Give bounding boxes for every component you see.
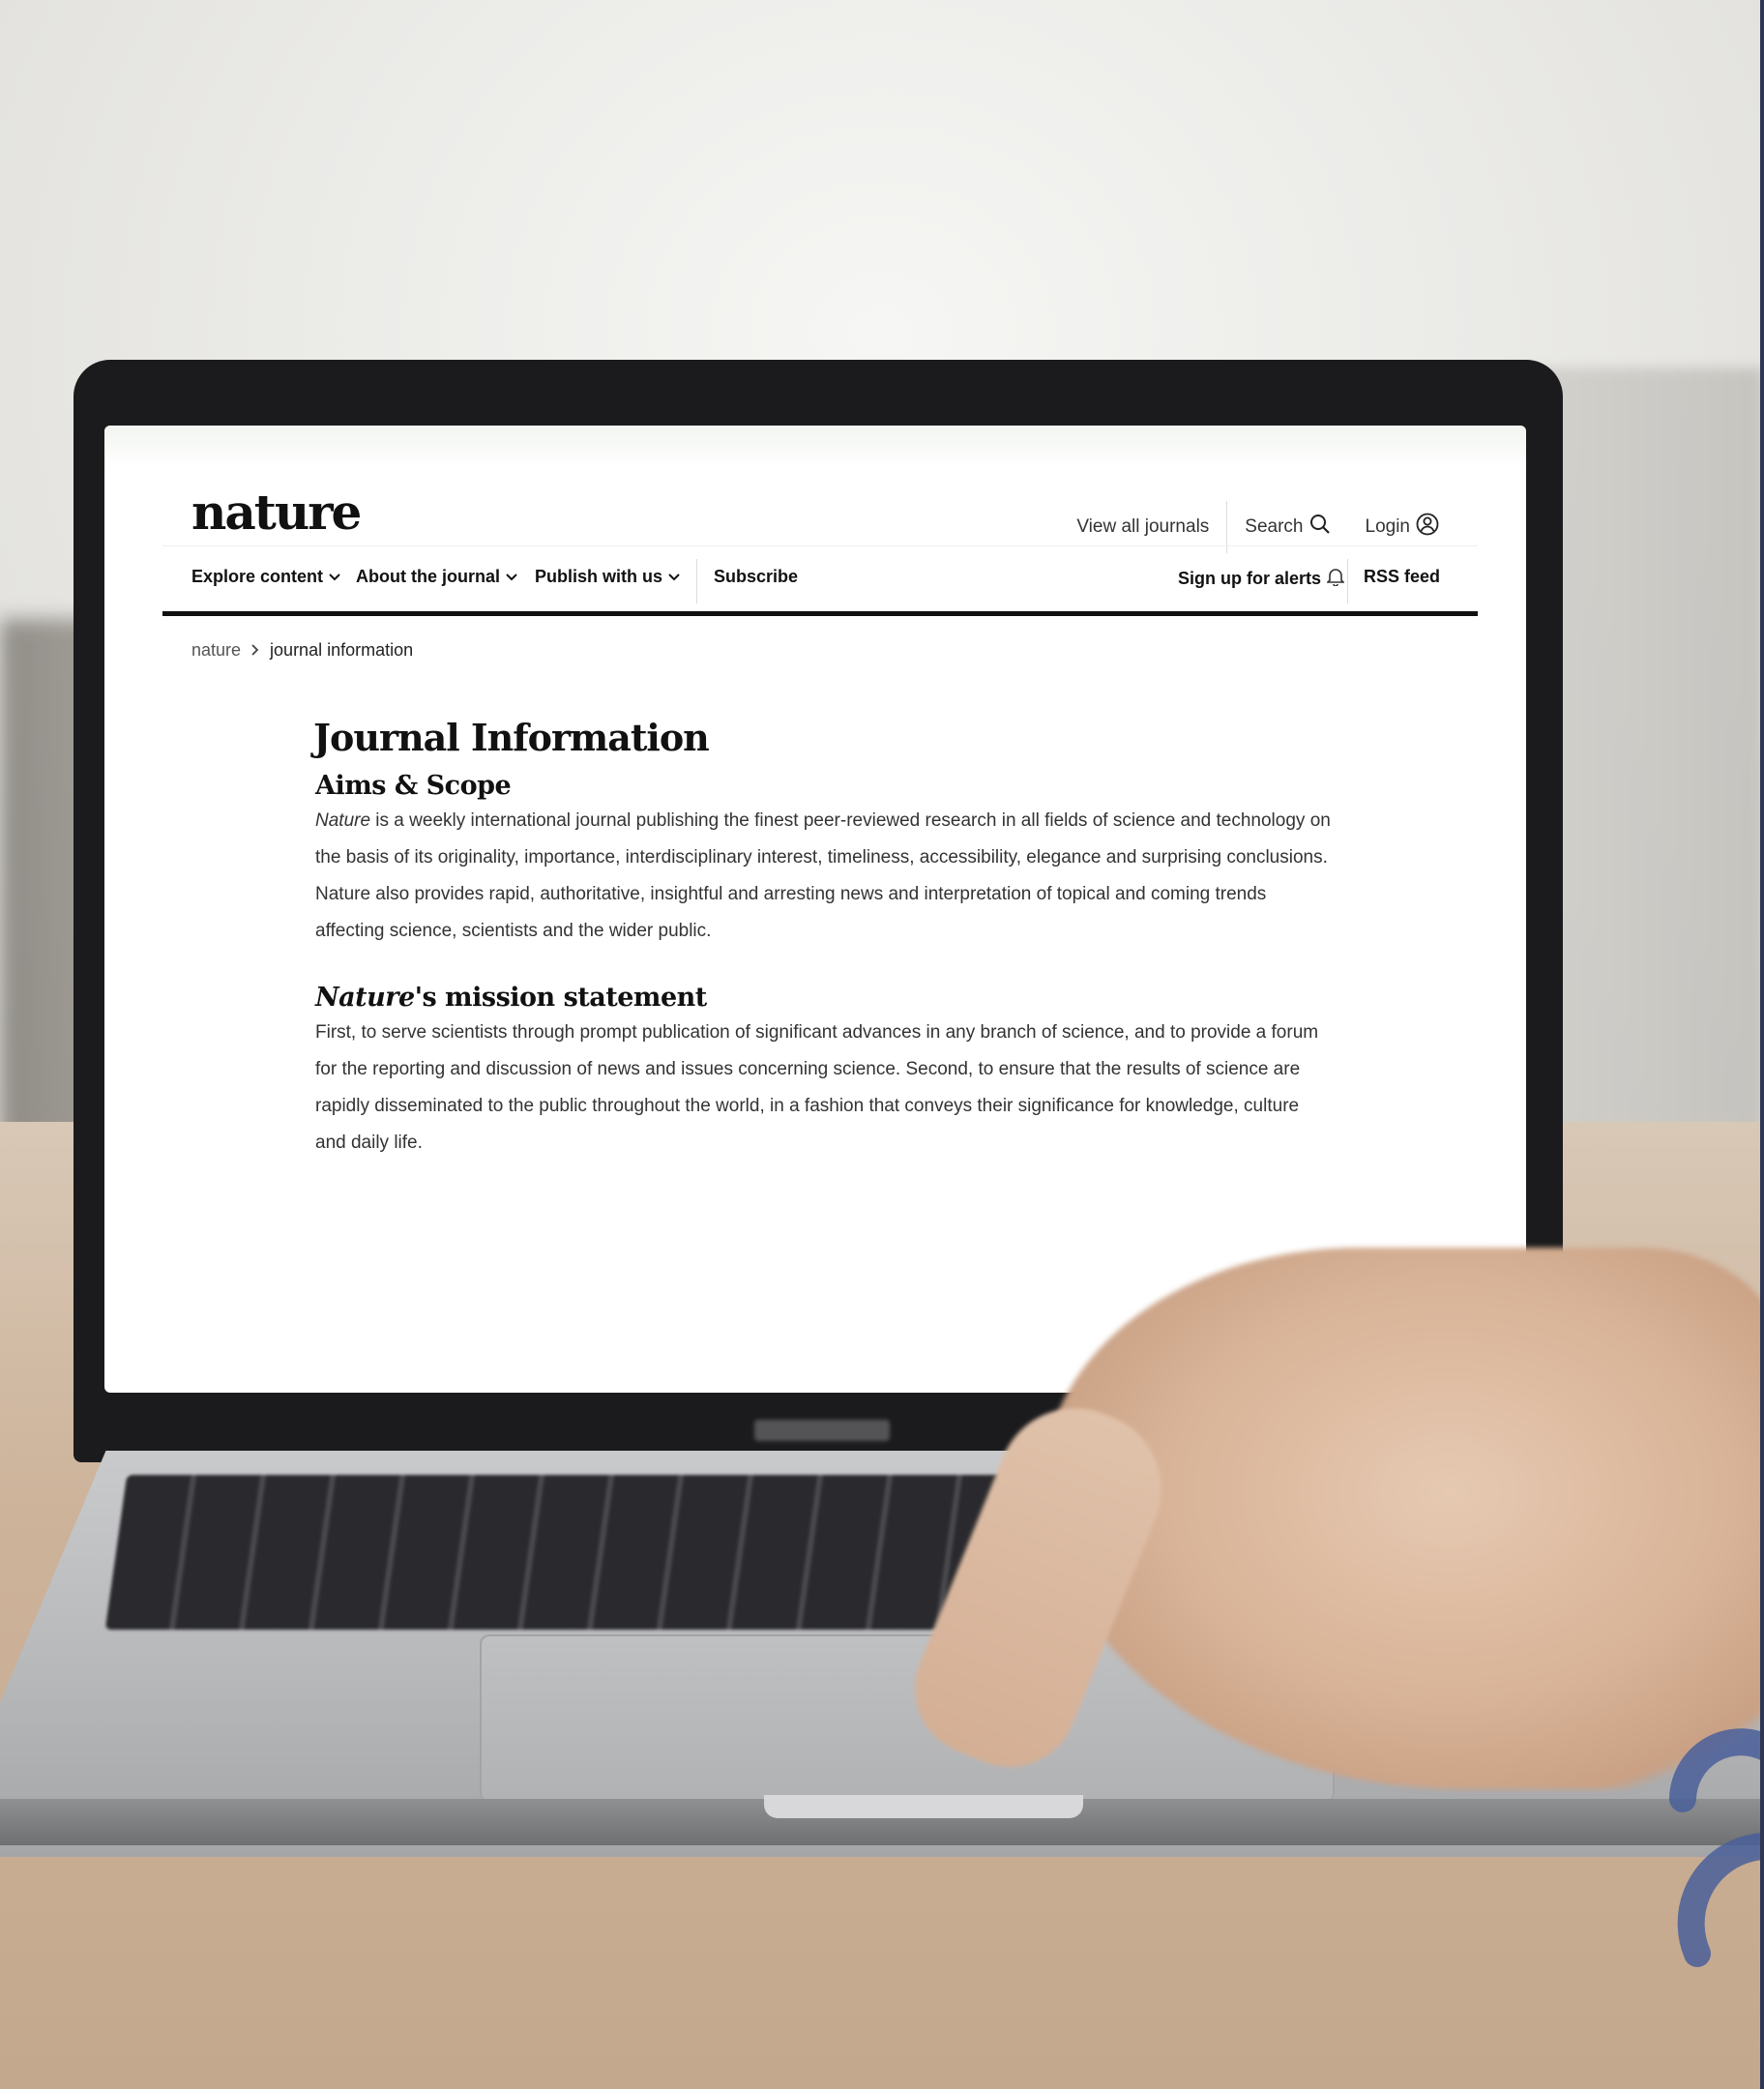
nav-label: About the journal — [356, 567, 500, 586]
nav-divider — [1347, 559, 1348, 603]
login-label: Login — [1365, 516, 1411, 537]
nature-italic: Nature — [315, 983, 415, 1013]
article: Journal Information Aims & Scope Nature … — [313, 716, 1331, 1194]
nav-rss-feed[interactable]: RSS feed — [1364, 567, 1440, 587]
nav-divider — [696, 559, 697, 603]
view-all-journals-label: View all journals — [1076, 516, 1210, 537]
breadcrumb: nature journal information — [191, 640, 413, 661]
bell-icon — [1326, 567, 1345, 591]
search-icon — [1309, 514, 1331, 541]
breadcrumb-current: journal information — [270, 640, 414, 660]
nature-logo[interactable]: nature — [191, 484, 362, 541]
nav-publish-with-us[interactable]: Publish with us — [535, 567, 680, 587]
corner-swirl-logo-icon — [1669, 1728, 1764, 1967]
nav-label: RSS feed — [1364, 567, 1441, 586]
nav-sign-up-for-alerts[interactable]: Sign up for alerts — [1178, 567, 1345, 591]
laptop-screen: nature View all journals Search Login Ex… — [104, 426, 1526, 1393]
nav-bottom-rule — [162, 611, 1478, 616]
chevron-down-icon — [506, 567, 517, 587]
user-circle-icon — [1416, 513, 1439, 542]
aims-scope-text: is a weekly international journal publis… — [315, 810, 1331, 941]
nav-explore-content[interactable]: Explore content — [191, 567, 340, 587]
main-nav: Explore content About the journal Publis… — [162, 551, 1478, 603]
nav-subscribe[interactable]: Subscribe — [714, 567, 798, 587]
chevron-down-icon — [329, 567, 340, 587]
nav-label: Publish with us — [535, 567, 663, 586]
breadcrumb-root-link[interactable]: nature — [191, 640, 241, 661]
browser-bar — [104, 426, 1526, 468]
aims-scope-heading: Aims & Scope — [315, 771, 512, 801]
header-divider — [162, 545, 1478, 546]
nav-about-the-journal[interactable]: About the journal — [356, 567, 517, 587]
chevron-right-icon — [250, 640, 260, 661]
nav-label: Sign up for alerts — [1178, 569, 1322, 588]
mission-statement-heading: Nature's mission statement — [315, 983, 1331, 1013]
nav-label: Explore content — [191, 567, 324, 586]
right-edge-strip — [1760, 0, 1764, 2089]
mission-heading-text: 's mission statement — [414, 983, 708, 1013]
mission-statement-paragraph: First, to serve scientists through promp… — [315, 1022, 1319, 1153]
nature-italic: Nature — [315, 810, 371, 831]
aims-scope-paragraph: Nature is a weekly international journal… — [315, 803, 1331, 950]
search-label: Search — [1245, 516, 1304, 537]
chevron-down-icon — [668, 567, 680, 587]
page-title: Journal Information — [313, 716, 710, 759]
laptop-notch — [764, 1795, 1083, 1818]
laptop-brand-label — [754, 1420, 890, 1441]
nav-label: Subscribe — [714, 567, 799, 586]
